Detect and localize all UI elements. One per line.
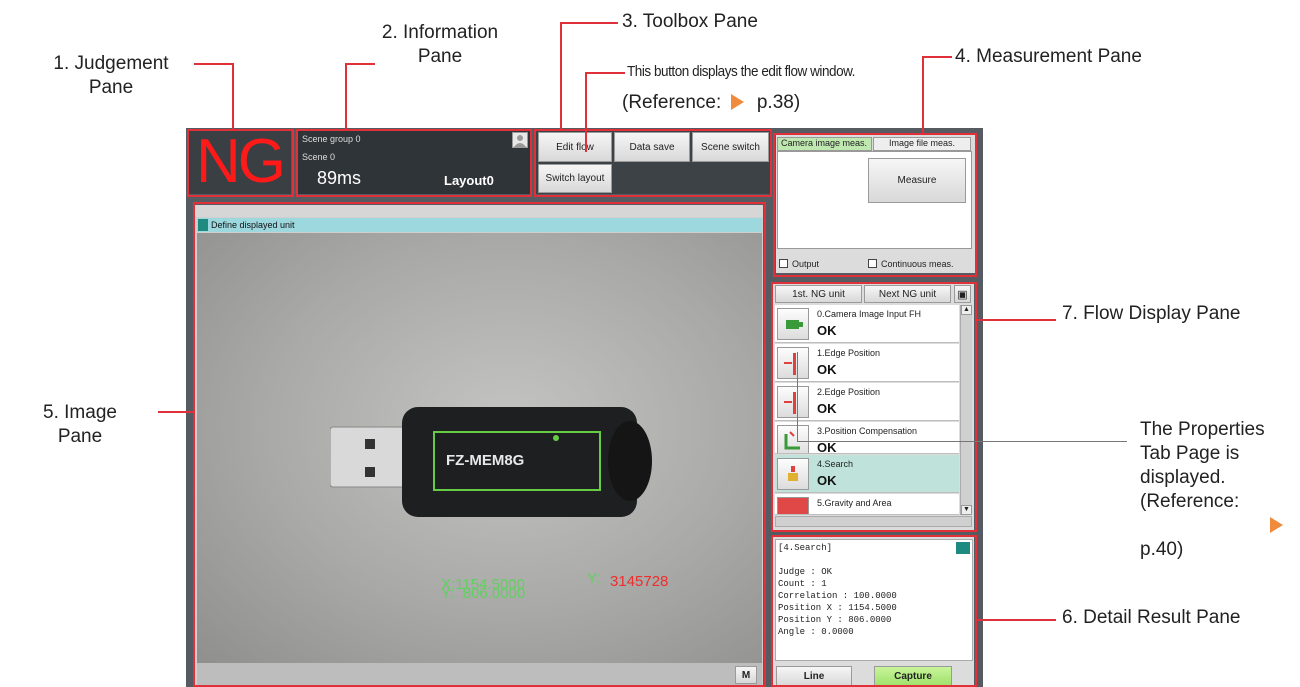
toolbox-highlight: [534, 129, 772, 197]
judgement-callout: 1. Judgement Pane: [53, 53, 169, 98]
edit-flow-reference: (Reference: p.38): [622, 91, 800, 115]
measurement-connector: [922, 56, 952, 58]
measurement-highlight: [773, 133, 977, 277]
image-callout: 5. Image Pane: [43, 402, 117, 447]
judgement-connector: [194, 63, 234, 65]
flow-callout: 7. Flow Display Pane: [1062, 303, 1241, 324]
flow-connector: [976, 319, 1056, 321]
edit-flow-connector: [585, 72, 587, 152]
edit-flow-connector: [585, 72, 625, 74]
detail-highlight: [771, 535, 977, 687]
properties-callout: The Properties Tab Page is displayed. (R…: [1140, 419, 1265, 512]
information-connector: [345, 63, 347, 130]
properties-callout-page: p.40): [1140, 539, 1184, 560]
toolbox-connector: [560, 22, 618, 24]
measurement-connector: [922, 56, 924, 134]
flow-highlight: [771, 282, 977, 532]
orange-arrow-icon: [1270, 517, 1283, 533]
properties-connector: [797, 352, 798, 442]
orange-arrow-icon: [730, 94, 744, 110]
information-highlight: [296, 129, 532, 197]
edit-flow-reference-text: (Reference:: [622, 92, 722, 113]
toolbox-connector: [560, 22, 562, 130]
judgement-highlight: [187, 129, 294, 197]
detail-connector: [976, 619, 1056, 621]
measurement-callout: 4. Measurement Pane: [955, 46, 1142, 67]
edit-flow-note: This button displays the edit flow windo…: [627, 63, 855, 80]
edit-flow-reference-page: p.38): [756, 92, 801, 113]
image-connector: [158, 411, 194, 413]
toolbox-callout: 3. Toolbox Pane: [622, 11, 758, 32]
properties-connector: [797, 441, 1127, 442]
judgement-connector: [232, 63, 234, 130]
image-highlight: [193, 202, 766, 687]
detail-callout: 6. Detail Result Pane: [1062, 607, 1241, 628]
information-callout: 2. Information Pane: [381, 22, 499, 67]
